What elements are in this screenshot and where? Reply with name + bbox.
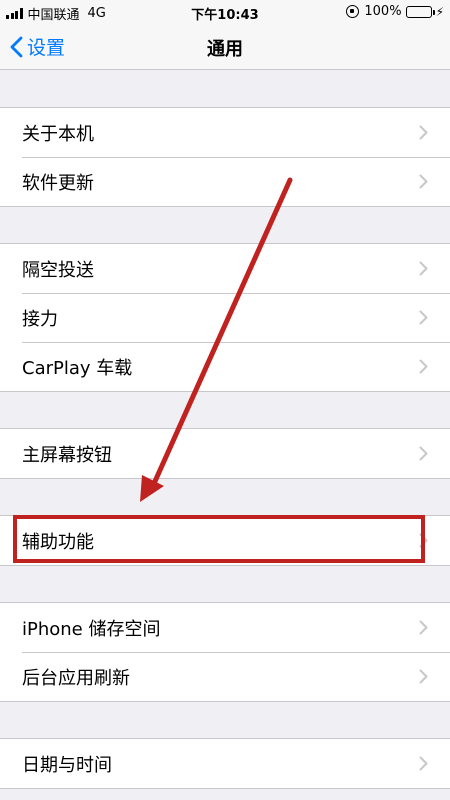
settings-row[interactable]: 关于本机 [0,108,450,157]
settings-row-label: 日期与时间 [22,754,112,776]
rotation-lock-icon [346,5,360,18]
settings-row[interactable]: 接力 [0,293,450,342]
settings-row-label: CarPlay 车载 [22,357,133,379]
chevron-right-icon [419,125,428,140]
annotation-highlight-box [13,515,425,563]
settings-row-label: 软件更新 [22,172,94,194]
settings-row[interactable]: 软件更新 [0,157,450,206]
settings-row-label: 隔空投送 [22,259,94,281]
battery-percent: 100% [364,4,402,19]
page-title: 通用 [207,39,243,60]
settings-row[interactable]: 主屏幕按钮 [0,429,450,478]
settings-row[interactable]: 隔空投送 [0,244,450,293]
status-right: 100% ⚡ [346,4,444,19]
charging-bolt-icon: ⚡ [435,4,444,19]
chevron-right-icon [419,669,428,684]
settings-row[interactable]: iPhone 储存空间 [0,603,450,652]
navigation-bar: 设置 通用 [0,24,450,70]
settings-group: 主屏幕按钮 [0,428,450,479]
settings-row[interactable]: 日期与时间 [0,739,450,788]
settings-row[interactable]: CarPlay 车载 [0,342,450,391]
status-bar: 中国联通 4G 下午10:43 100% ⚡ [0,0,450,24]
settings-row-label: 后台应用刷新 [22,667,130,689]
settings-group: 日期与时间 [0,738,450,789]
chevron-right-icon [419,310,428,325]
settings-group: 关于本机 软件更新 [0,107,450,207]
chevron-right-icon [419,756,428,771]
chevron-right-icon [419,620,428,635]
settings-row-label: iPhone 储存空间 [22,618,161,640]
chevron-right-icon [419,174,428,189]
chevron-right-icon [419,359,428,374]
chevron-right-icon [419,446,428,461]
settings-row-label: 接力 [22,308,58,330]
settings-group: iPhone 储存空间 后台应用刷新 [0,602,450,702]
settings-row-label: 主屏幕按钮 [22,444,112,466]
settings-row-label: 关于本机 [22,123,94,145]
chevron-right-icon [419,261,428,276]
battery-icon [405,5,435,18]
settings-group: 隔空投送接力 CarPlay 车载 [0,243,450,392]
settings-row[interactable]: 后台应用刷新 [0,652,450,701]
